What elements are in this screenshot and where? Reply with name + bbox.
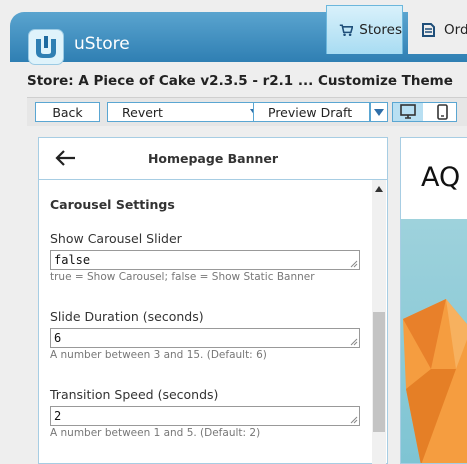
- show-carousel-input[interactable]: false: [50, 250, 360, 270]
- mobile-icon: [437, 104, 448, 120]
- back-button[interactable]: Back: [35, 102, 100, 122]
- desktop-icon: [400, 104, 416, 119]
- preview-draft-label: Preview Draft: [268, 104, 353, 120]
- preview-draft-button[interactable]: Preview Draft: [253, 102, 370, 122]
- theme-preview: AQ: [400, 137, 467, 464]
- resize-grip-icon[interactable]: [350, 338, 358, 346]
- tab-orders-label: Orde: [444, 21, 467, 38]
- tab-stores[interactable]: Stores: [326, 5, 403, 54]
- transition-speed-value: 2: [54, 409, 62, 423]
- transition-speed-label: Transition Speed (seconds): [50, 387, 219, 402]
- revert-dropdown[interactable]: Revert: [107, 102, 267, 122]
- orders-icon: [422, 22, 435, 37]
- preview-brand: AQ: [421, 162, 461, 193]
- show-carousel-label: Show Carousel Slider: [50, 231, 182, 246]
- scroll-thumb[interactable]: [373, 312, 385, 432]
- customize-panel: Homepage Banner Carousel Settings Show C…: [38, 137, 388, 464]
- device-toggle: [392, 102, 457, 122]
- panel-scrollbar[interactable]: [372, 180, 386, 464]
- resize-grip-icon[interactable]: [350, 260, 358, 268]
- app-title: uStore: [74, 34, 130, 54]
- toolbar: Back Revert Preview Draft: [27, 97, 467, 126]
- preview-header: AQ: [401, 138, 467, 218]
- mobile-view-button[interactable]: [429, 103, 457, 121]
- section-title: Carousel Settings: [50, 197, 175, 212]
- show-carousel-value: false: [54, 253, 91, 267]
- revert-label: Revert: [122, 104, 163, 120]
- panel-title: Homepage Banner: [147, 151, 279, 166]
- page-title: Store: A Piece of Cake v2.3.5 - r2.1 ...…: [27, 73, 453, 89]
- tab-orders[interactable]: Orde: [408, 5, 467, 54]
- slide-duration-value: 6: [54, 331, 62, 345]
- preview-banner-image: [401, 219, 467, 463]
- cart-icon: [339, 24, 354, 37]
- transition-speed-help: A number between 1 and 5. (Default: 2): [50, 427, 261, 439]
- origami-shape: [403, 299, 467, 463]
- resize-grip-icon[interactable]: [350, 416, 358, 424]
- preview-options-button[interactable]: [370, 102, 388, 122]
- caret-down-icon: [374, 109, 384, 116]
- panel-header: Homepage Banner: [39, 138, 387, 180]
- top-header: uStore Stores Orde: [0, 0, 467, 65]
- tab-stores-label: Stores: [359, 22, 402, 38]
- slide-duration-input[interactable]: 6: [50, 328, 360, 348]
- show-carousel-help: true = Show Carousel; false = Show Stati…: [50, 271, 315, 283]
- scroll-up-icon[interactable]: [375, 186, 383, 192]
- slide-duration-help: A number between 3 and 15. (Default: 6): [50, 349, 267, 361]
- app-logo[interactable]: [28, 29, 64, 65]
- desktop-view-button[interactable]: [393, 103, 423, 121]
- transition-speed-input[interactable]: 2: [50, 406, 360, 426]
- panel-body: Carousel Settings Show Carousel Slider f…: [39, 180, 387, 464]
- slide-duration-label: Slide Duration (seconds): [50, 309, 204, 324]
